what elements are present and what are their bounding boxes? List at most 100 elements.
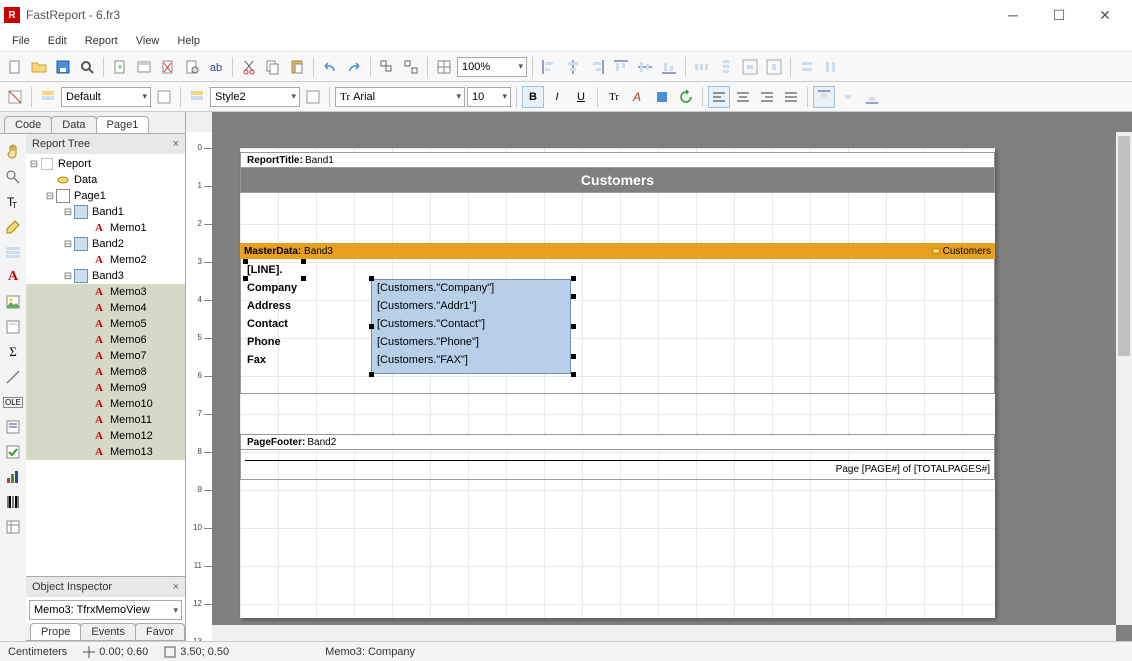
memo-company-field[interactable]: [Customers."Company"] [375, 279, 567, 297]
memo-fax-field[interactable]: [Customers."FAX"] [375, 351, 567, 369]
align-left-button[interactable] [708, 86, 730, 108]
applystyle2-button[interactable] [302, 86, 324, 108]
highlight-button[interactable]: A [627, 86, 649, 108]
scrollbar-vertical[interactable] [1116, 132, 1132, 625]
chart-tool[interactable] [2, 466, 24, 488]
reporttitle-header[interactable]: ReportTitle: Band1 [240, 152, 995, 168]
styles-button[interactable] [37, 86, 59, 108]
tab-code[interactable]: Code [4, 116, 52, 133]
italic-button[interactable]: I [546, 86, 568, 108]
rotate-button[interactable] [675, 86, 697, 108]
inspector-tab-events[interactable]: Events [80, 623, 136, 640]
save-button[interactable] [52, 56, 74, 78]
memo-address-label[interactable]: Address [245, 297, 365, 315]
new-button[interactable] [4, 56, 26, 78]
inspector-tab-favor[interactable]: Favor [135, 623, 185, 640]
pagefooter-header[interactable]: PageFooter: Band2 [240, 434, 995, 450]
checkbox-tool[interactable] [2, 441, 24, 463]
menu-view[interactable]: View [128, 33, 168, 49]
memo-fax-label[interactable]: Fax [245, 351, 365, 369]
memo-tool[interactable]: A [2, 266, 24, 288]
barcode-tool[interactable] [2, 491, 24, 513]
align-justify-button[interactable] [780, 86, 802, 108]
maximize-button[interactable]: ☐ [1036, 0, 1082, 30]
line-tool[interactable] [2, 366, 24, 388]
paste-button[interactable] [286, 56, 308, 78]
menu-edit[interactable]: Edit [40, 33, 75, 49]
align-left-edges[interactable] [538, 56, 560, 78]
tab-page1[interactable]: Page1 [96, 116, 150, 133]
subreport-tool[interactable] [2, 316, 24, 338]
inspector-tab-props[interactable]: Prope [30, 623, 81, 640]
masterdata-body[interactable]: [LINE]. Company Address Contact Phone Fa… [240, 259, 995, 394]
same-height[interactable] [820, 56, 842, 78]
inspector-close[interactable]: × [173, 581, 179, 593]
band-tool[interactable] [2, 241, 24, 263]
pagesettings-button[interactable] [181, 56, 203, 78]
showgrid-button[interactable] [433, 56, 455, 78]
center-v[interactable] [763, 56, 785, 78]
style1-combo[interactable]: Default [61, 87, 151, 107]
copy-button[interactable] [262, 56, 284, 78]
group-button[interactable] [376, 56, 398, 78]
valign-top-button[interactable] [813, 86, 835, 108]
align-right-button[interactable] [756, 86, 778, 108]
minimize-button[interactable]: ─ [990, 0, 1036, 30]
applystyle-button[interactable] [153, 86, 175, 108]
ole-tool[interactable]: OLE [2, 391, 24, 413]
bold-button[interactable]: B [522, 86, 544, 108]
same-width[interactable] [796, 56, 818, 78]
memo-company-label[interactable]: Company [245, 279, 365, 297]
close-button[interactable]: ✕ [1082, 0, 1128, 30]
style2-combo[interactable]: Style2 [210, 87, 300, 107]
hand-tool[interactable] [2, 141, 24, 163]
align-top-edges[interactable] [610, 56, 632, 78]
text-tool[interactable]: TT [2, 191, 24, 213]
picture-tool[interactable] [2, 291, 24, 313]
underline-button[interactable]: U [570, 86, 592, 108]
reporttitle-body[interactable]: Customers [240, 168, 995, 193]
ungroup-button[interactable] [400, 56, 422, 78]
footer-text[interactable]: Page [PAGE#] of [TOTALPAGES#] [836, 464, 990, 475]
scrollbar-horizontal[interactable] [212, 625, 1116, 641]
report-tree-close[interactable]: × [173, 138, 179, 150]
center-h[interactable] [739, 56, 761, 78]
preview-button[interactable] [76, 56, 98, 78]
fontsize-combo[interactable]: 10 [467, 87, 511, 107]
fontcolor-button[interactable]: Tr [603, 86, 625, 108]
align-bottom-edges[interactable] [658, 56, 680, 78]
memo-phone-field[interactable]: [Customers."Phone"] [375, 333, 567, 351]
undo-button[interactable] [319, 56, 341, 78]
styles2-button[interactable] [186, 86, 208, 108]
align-v-center[interactable] [634, 56, 656, 78]
newdialog-button[interactable] [133, 56, 155, 78]
crosstab-tool[interactable] [2, 516, 24, 538]
align-center-button[interactable] [732, 86, 754, 108]
masterdata-header[interactable]: MasterData: Band3 Customers [240, 243, 995, 259]
report-page[interactable]: ReportTitle: Band1 Customers MasterData:… [240, 148, 995, 618]
align-right-edges[interactable] [586, 56, 608, 78]
tab-data[interactable]: Data [51, 116, 96, 133]
align-h-center[interactable] [562, 56, 584, 78]
zoom-combo[interactable]: 100% [457, 57, 527, 77]
space-h[interactable] [691, 56, 713, 78]
redo-button[interactable] [343, 56, 365, 78]
richtext-tool[interactable] [2, 416, 24, 438]
memo-contact-label[interactable]: Contact [245, 315, 365, 333]
memo-contact-field[interactable]: [Customers."Contact"] [375, 315, 567, 333]
newpage-button[interactable]: + [109, 56, 131, 78]
sum-tool[interactable]: Σ [2, 341, 24, 363]
variables-button[interactable]: ab [205, 56, 227, 78]
font-combo[interactable]: Tr Arial [335, 87, 465, 107]
open-button[interactable] [28, 56, 50, 78]
menu-file[interactable]: File [4, 33, 38, 49]
valign-middle-button[interactable] [837, 86, 859, 108]
format-tool[interactable] [2, 216, 24, 238]
space-v[interactable] [715, 56, 737, 78]
delpage-button[interactable] [157, 56, 179, 78]
memo-addr-field[interactable]: [Customers."Addr1"] [375, 297, 567, 315]
report-tree[interactable]: ⊟Report Data ⊟Page1 ⊟Band1 AMemo1 ⊟Band2… [26, 154, 185, 576]
valign-bottom-button[interactable] [861, 86, 883, 108]
zoom-tool[interactable] [2, 166, 24, 188]
canvas[interactable]: ReportTitle: Band1 Customers MasterData:… [212, 132, 1132, 641]
